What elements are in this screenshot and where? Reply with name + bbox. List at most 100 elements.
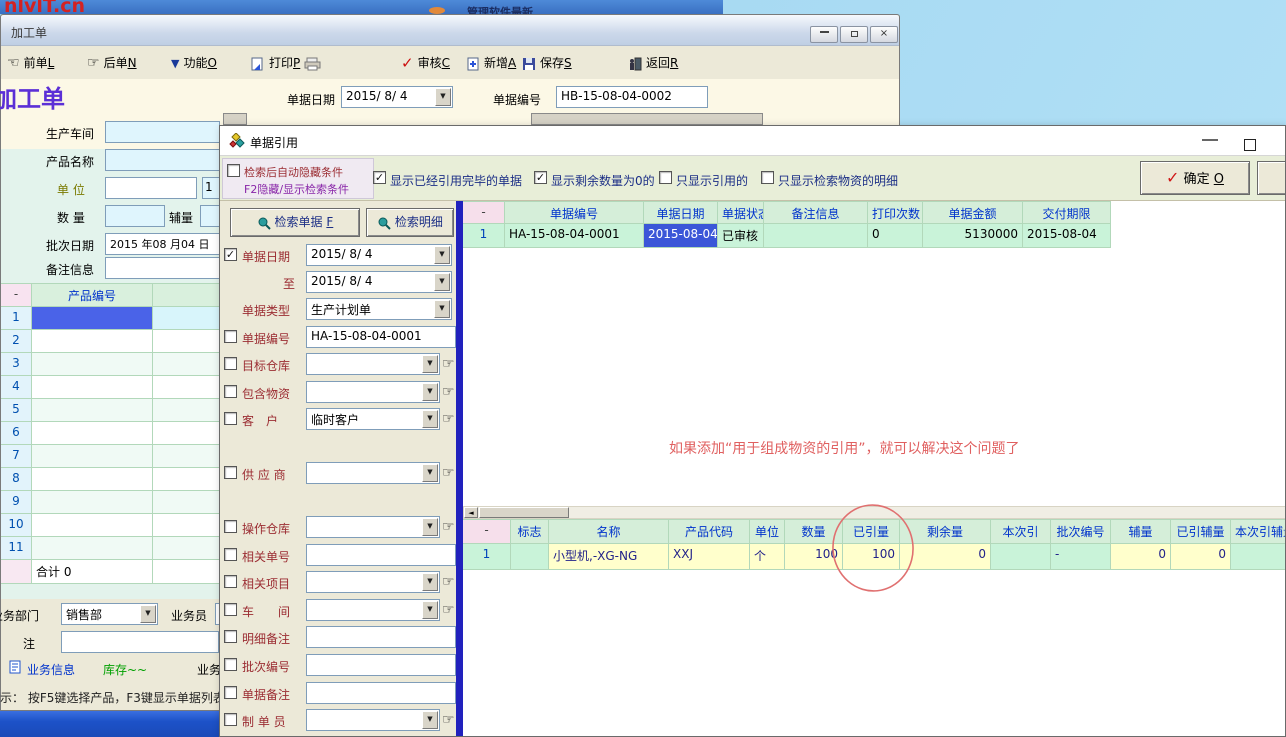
combo-arrow-icon[interactable]: ▼ [434, 246, 450, 264]
doc-date-combo[interactable]: 2015/ 8/ 4▼ [341, 86, 453, 108]
grid-extra-cell[interactable] [153, 445, 220, 468]
batch-date-input[interactable]: 2015 年08 月04 日 [105, 233, 220, 255]
filter-checkbox[interactable] [224, 412, 237, 425]
display-option-checkbox[interactable] [761, 171, 774, 184]
filter-input[interactable] [306, 654, 456, 676]
grid-row[interactable]: 3 [1, 353, 220, 376]
grid-extra-cell[interactable] [153, 468, 220, 491]
grid-extra-cell[interactable] [153, 399, 220, 422]
filter-checkbox[interactable] [224, 357, 237, 370]
restore-button[interactable] [840, 26, 868, 43]
display-option-checkbox[interactable]: ✓ [534, 171, 547, 184]
grid-product-cell[interactable] [32, 353, 153, 376]
filter-input[interactable] [306, 544, 456, 566]
combo-arrow-icon[interactable]: ▼ [140, 605, 156, 623]
combo-arrow-icon[interactable]: ▼ [422, 383, 438, 401]
filter-checkbox[interactable] [224, 385, 237, 398]
print-button[interactable]: 打印P [251, 54, 326, 73]
lookup-hand-icon[interactable]: ☞ [442, 385, 455, 399]
product-name-input[interactable] [105, 149, 220, 171]
aux-qty-input[interactable] [200, 205, 220, 227]
grid-row[interactable]: 7 [1, 445, 220, 468]
search-details-button[interactable]: 检索明细 [366, 208, 454, 237]
unit-aux-input[interactable]: 1 [202, 177, 220, 199]
grid-row[interactable]: 2 [1, 330, 220, 353]
function-button[interactable]: ▼功能O [171, 54, 217, 73]
doc-no-input[interactable]: HB-15-08-04-0002 [556, 86, 708, 108]
combo-arrow-icon[interactable]: ▼ [422, 711, 438, 729]
qty-input[interactable] [105, 205, 165, 227]
close-button[interactable]: × [870, 26, 898, 43]
filter-checkbox[interactable] [224, 466, 237, 479]
grid-row[interactable]: 5 [1, 399, 220, 422]
remark-input[interactable] [105, 257, 220, 279]
filter-checkbox[interactable] [224, 548, 237, 561]
dept-combo[interactable]: 销售部▼ [61, 603, 158, 625]
return-button[interactable]: 返回R [629, 54, 678, 73]
grid-row[interactable]: 9 [1, 491, 220, 514]
grid-product-cell[interactable] [32, 307, 153, 330]
grid-product-cell[interactable] [32, 491, 153, 514]
combo-arrow-icon[interactable]: ▼ [435, 88, 451, 106]
grid-product-cell[interactable] [32, 468, 153, 491]
grid-product-cell[interactable] [32, 537, 153, 560]
filter-combo[interactable]: ▼ [306, 709, 440, 731]
prev-doc-button[interactable]: ☜前单L [7, 54, 54, 73]
panel-splitter[interactable] [456, 201, 463, 737]
combo-arrow-icon[interactable]: ▼ [434, 273, 450, 291]
lookup-hand-icon[interactable]: ☞ [442, 603, 455, 617]
dialog-titlebar[interactable]: 单据引用 [220, 126, 1285, 156]
auto-hide-checkbox[interactable] [227, 164, 240, 177]
filter-checkbox[interactable] [224, 603, 237, 616]
business-info-link[interactable]: 业务信息 [27, 661, 75, 678]
table-row[interactable]: 1HA-15-08-04-00012015-08-04已审核0513000020… [463, 224, 1111, 248]
minimize-button[interactable] [810, 26, 838, 43]
grid-extra-cell[interactable] [153, 307, 220, 330]
grid-extra-cell[interactable] [153, 353, 220, 376]
grid-product-cell[interactable] [32, 330, 153, 353]
dialog-minimize-button[interactable] [1202, 138, 1218, 141]
add-button[interactable]: 新增A [466, 54, 516, 73]
grid-product-cell[interactable] [32, 422, 153, 445]
grid-extra-cell[interactable] [153, 376, 220, 399]
combo-arrow-icon[interactable]: ▼ [422, 601, 438, 619]
grid-product-cell[interactable] [32, 399, 153, 422]
combo-arrow-icon[interactable]: ▼ [422, 410, 438, 428]
combo-arrow-icon[interactable]: ▼ [422, 355, 438, 373]
filter-checkbox[interactable] [224, 575, 237, 588]
filter-combo[interactable]: ▼ [306, 571, 440, 593]
lookup-hand-icon[interactable]: ☞ [442, 466, 455, 480]
lookup-hand-icon[interactable]: ☞ [442, 713, 455, 727]
filter-input[interactable] [306, 626, 456, 648]
ok-button[interactable]: ✓ 确定 O [1140, 161, 1250, 195]
filter-combo[interactable]: 2015/ 8/ 4▼ [306, 244, 452, 266]
combo-arrow-icon[interactable]: ▼ [422, 573, 438, 591]
grid-product-cell[interactable] [32, 445, 153, 468]
grid-row[interactable]: 10 [1, 514, 220, 537]
grid-product-cell[interactable] [32, 376, 153, 399]
audit-button[interactable]: ✓审核C [401, 54, 450, 73]
combo-arrow-icon[interactable]: ▼ [422, 518, 438, 536]
cancel-button[interactable]: 取消 C [1257, 161, 1286, 195]
grid-extra-cell[interactable] [153, 330, 220, 353]
filter-checkbox[interactable] [224, 630, 237, 643]
filter-combo[interactable]: 2015/ 8/ 4▼ [306, 271, 452, 293]
workshop-input[interactable] [105, 121, 220, 143]
filter-checkbox[interactable] [224, 520, 237, 533]
filter-combo[interactable]: 生产计划单▼ [306, 298, 452, 320]
search-documents-button[interactable]: 检索单据 F [230, 208, 360, 237]
horizontal-scrollbar[interactable]: ◄ [463, 506, 1286, 519]
combo-arrow-icon[interactable]: ▼ [434, 300, 450, 318]
filter-combo[interactable]: ▼ [306, 353, 440, 375]
filter-combo[interactable]: ▼ [306, 381, 440, 403]
lookup-hand-icon[interactable]: ☞ [442, 412, 455, 426]
table-row[interactable]: 1小型机,-XG-NGXXJ个1001000-00 [463, 544, 1286, 570]
grid-row[interactable]: 6 [1, 422, 220, 445]
grid-row[interactable]: 11 [1, 537, 220, 560]
filter-checkbox[interactable] [224, 658, 237, 671]
filter-checkbox[interactable]: ✓ [224, 248, 237, 261]
grid-row[interactable]: 8 [1, 468, 220, 491]
scrollbar-thumb[interactable] [479, 507, 569, 518]
grid-product-cell[interactable] [32, 514, 153, 537]
stock-link[interactable]: 库存~~ [103, 661, 147, 678]
